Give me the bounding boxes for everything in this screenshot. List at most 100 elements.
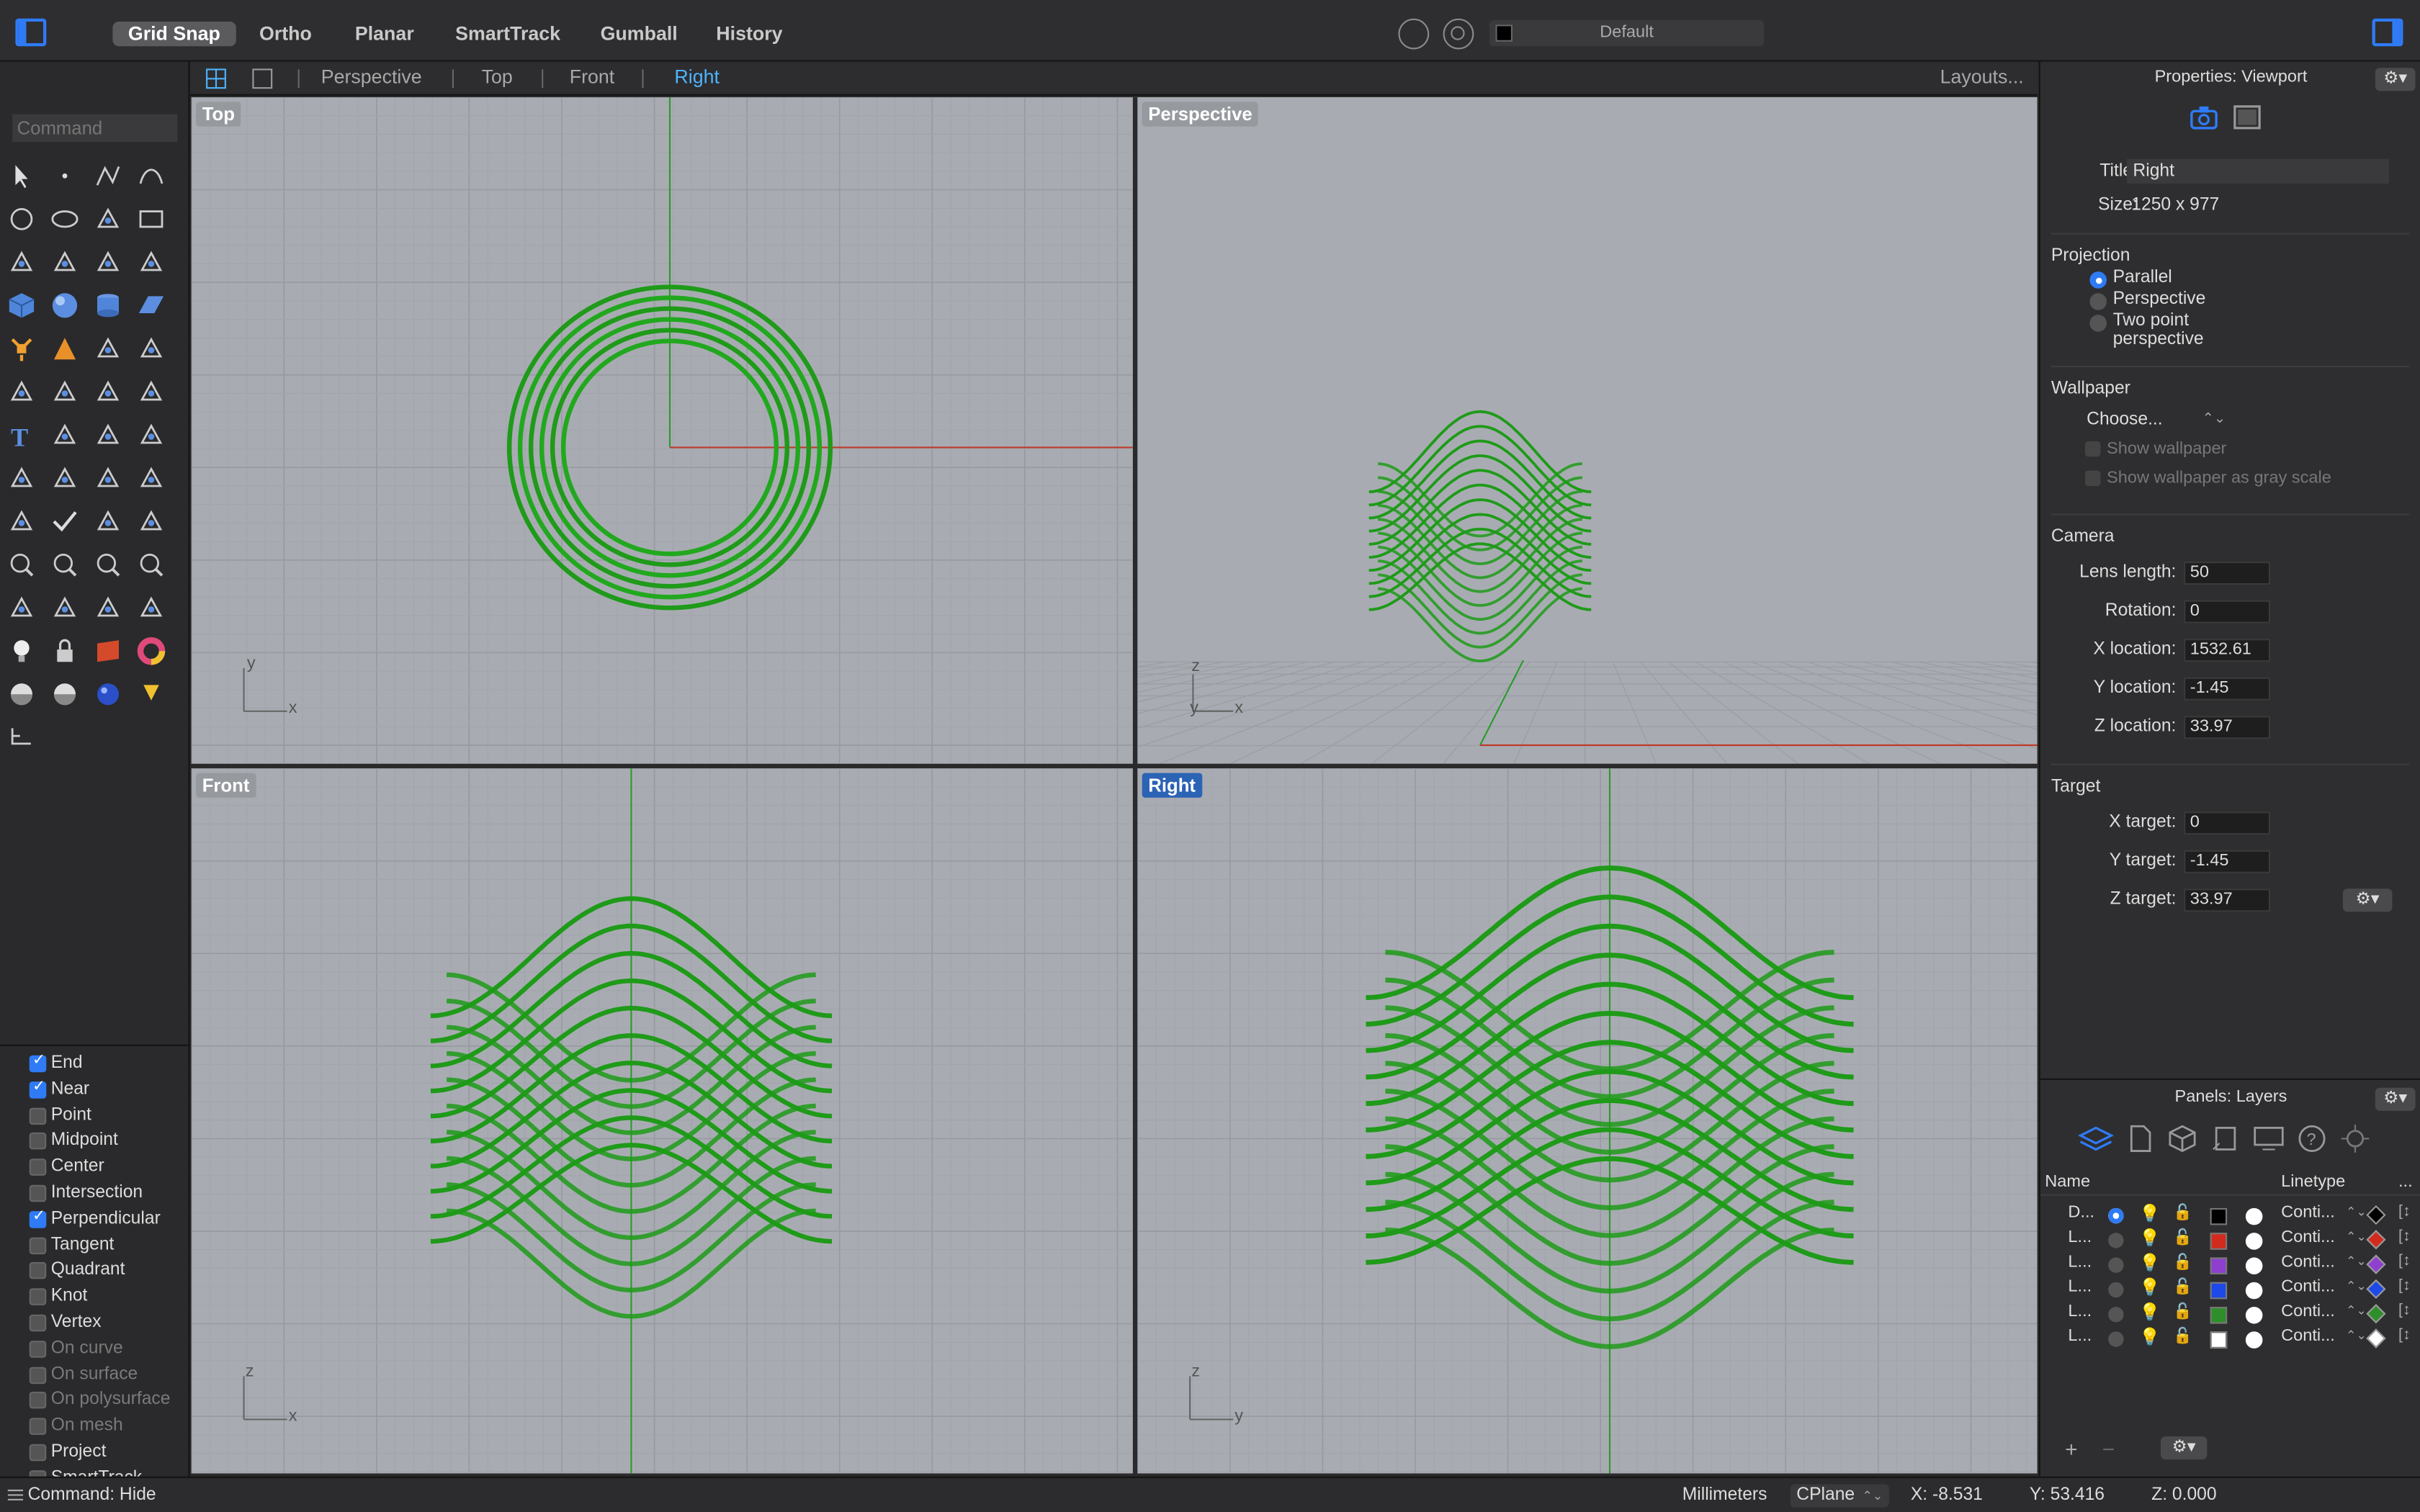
viewport-right[interactable]: z y Right xyxy=(1137,768,2038,1474)
layer-name[interactable]: D... xyxy=(2068,1203,2094,1222)
edit-tool-icon[interactable] xyxy=(6,506,37,537)
help-tab-icon[interactable]: ? xyxy=(2297,1123,2328,1154)
command-input[interactable] xyxy=(12,114,178,143)
left-sidebar-toggle-icon[interactable] xyxy=(15,18,47,47)
layer-visible-bulb-icon[interactable]: 💡 xyxy=(2139,1302,2160,1323)
properties-gear-menu-icon[interactable]: ⚙▾ xyxy=(2375,68,2416,91)
viewport-camera-icon[interactable] xyxy=(2189,104,2220,132)
gumball-toggle[interactable]: Gumball xyxy=(585,22,693,46)
point-tool-icon[interactable] xyxy=(50,161,81,192)
tab-perspective[interactable]: Perspective xyxy=(321,66,422,88)
x-target-field[interactable]: 0 xyxy=(2184,811,2271,835)
print-color-swatch[interactable] xyxy=(2366,1254,2386,1274)
tab-front[interactable]: Front xyxy=(570,66,615,88)
pin-tool-icon[interactable] xyxy=(136,593,167,624)
array-tool-icon[interactable] xyxy=(50,377,81,408)
check-tool-icon[interactable] xyxy=(50,506,81,537)
print-color-swatch[interactable] xyxy=(2366,1205,2386,1225)
layouts-tab-icon[interactable] xyxy=(2210,1123,2241,1154)
layer-color-swatch[interactable] xyxy=(2210,1233,2228,1250)
current-layer-radio[interactable] xyxy=(2108,1207,2124,1224)
z-target-field[interactable]: 33.97 xyxy=(2184,888,2271,912)
zoom-tool-icon[interactable] xyxy=(6,549,37,580)
viewport-title-front[interactable]: Front xyxy=(196,773,256,798)
layer-name[interactable]: L... xyxy=(2068,1228,2092,1247)
osnap-target-icon[interactable] xyxy=(1443,18,1474,50)
linetype-stepper-icon[interactable]: ⌃⌄ xyxy=(2346,1328,2367,1342)
layer-material-icon[interactable] xyxy=(2245,1233,2263,1250)
zoom-extents-tool-icon[interactable] xyxy=(93,549,124,580)
cplane-dropdown[interactable]: CPlane ⌃⌄ xyxy=(1790,1484,1889,1508)
viewport-front[interactable]: z x Front xyxy=(191,768,1133,1474)
shade-sphere-2-tool-icon[interactable] xyxy=(50,679,81,710)
layer-material-icon[interactable] xyxy=(2245,1282,2263,1300)
layer-color-swatch[interactable] xyxy=(2210,1257,2228,1274)
plane-tool-icon[interactable] xyxy=(136,290,167,321)
layer-lock-icon[interactable]: 🔓 xyxy=(2173,1230,2192,1247)
join-tool-icon[interactable] xyxy=(50,333,81,364)
current-layer-radio[interactable] xyxy=(2108,1257,2124,1273)
analyze-tool-icon[interactable] xyxy=(93,506,124,537)
layer-lock-icon[interactable]: 🔓 xyxy=(2173,1304,2192,1321)
rectangle-tool-icon[interactable] xyxy=(136,204,167,235)
current-layer-radio[interactable] xyxy=(2108,1307,2124,1323)
filter-icon[interactable] xyxy=(1398,18,1430,50)
current-layer-radio[interactable] xyxy=(2108,1282,2124,1298)
target-gear-menu-icon[interactable]: ⚙▾ xyxy=(2342,888,2393,912)
layer-name[interactable]: L... xyxy=(2068,1253,2092,1272)
display-mode-icon[interactable] xyxy=(2232,104,2263,132)
layer-linetype[interactable]: Conti... xyxy=(2281,1253,2335,1272)
print-width-stepper-icon[interactable]: [↕ xyxy=(2398,1228,2411,1246)
layer-row[interactable]: L... 💡 🔓 Conti... ⌃⌄ [↕ xyxy=(2040,1253,2420,1277)
layer-visible-bulb-icon[interactable]: 💡 xyxy=(2139,1253,2160,1273)
mirror-tool-icon[interactable] xyxy=(136,420,167,451)
tab-right[interactable]: Right xyxy=(674,66,720,88)
print-width-stepper-icon[interactable]: [↕ xyxy=(2398,1203,2411,1220)
polyline-tool-icon[interactable] xyxy=(93,161,124,192)
layer-color-swatch[interactable] xyxy=(2210,1331,2228,1349)
lens-length-field[interactable]: 50 xyxy=(2184,562,2271,585)
layer-name[interactable]: L... xyxy=(2068,1302,2092,1321)
layer-visible-bulb-icon[interactable]: 💡 xyxy=(2139,1327,2160,1347)
layouts-button[interactable]: Layouts... xyxy=(1940,66,2024,88)
object-tab-icon[interactable] xyxy=(2167,1123,2198,1154)
print-width-stepper-icon[interactable]: [↕ xyxy=(2398,1277,2411,1295)
print-width-stepper-icon[interactable]: [↕ xyxy=(2398,1327,2411,1344)
trim-tool-icon[interactable] xyxy=(93,247,124,278)
zoom-selected-tool-icon[interactable] xyxy=(136,549,167,580)
layer-material-icon[interactable] xyxy=(2245,1307,2263,1324)
print-color-swatch[interactable] xyxy=(2366,1279,2386,1299)
layer-material-icon[interactable] xyxy=(2245,1331,2263,1349)
offset-tool-icon[interactable] xyxy=(136,333,167,364)
layer-visible-bulb-icon[interactable]: 💡 xyxy=(2139,1203,2160,1224)
group-tool-icon[interactable] xyxy=(6,377,37,408)
layer-options-gear-icon[interactable]: ⚙▾ xyxy=(2161,1436,2208,1460)
extrude-tool-icon[interactable] xyxy=(136,247,167,278)
column-linetype[interactable]: Linetype xyxy=(2281,1173,2345,1192)
layer-row[interactable]: L... 💡 🔓 Conti... ⌃⌄ [↕ xyxy=(2040,1228,2420,1253)
layer-lock-icon[interactable]: 🔓 xyxy=(2173,1328,2192,1346)
single-view-layout-icon[interactable] xyxy=(251,68,273,89)
linetype-stepper-icon[interactable]: ⌃⌄ xyxy=(2346,1230,2367,1243)
shade-sphere-tool-icon[interactable] xyxy=(6,679,37,710)
circle-tool-icon[interactable] xyxy=(6,204,37,235)
polygon-tool-icon[interactable] xyxy=(6,247,37,278)
tab-top[interactable]: Top xyxy=(482,66,513,88)
layer-linetype[interactable]: Conti... xyxy=(2281,1327,2335,1346)
layer-color-swatch[interactable] xyxy=(2210,1282,2228,1300)
current-layer-radio[interactable] xyxy=(2108,1233,2124,1248)
document-tab-icon[interactable] xyxy=(2125,1123,2156,1154)
boolean-tool-icon[interactable] xyxy=(50,463,81,494)
layer-linetype[interactable]: Conti... xyxy=(2281,1277,2335,1296)
layer-lock-icon[interactable]: 🔓 xyxy=(2173,1279,2192,1296)
lamp-tool-icon[interactable] xyxy=(136,679,167,710)
select-arrow-tool-icon[interactable] xyxy=(6,161,37,192)
viewport-perspective[interactable]: z y x Perspective xyxy=(1137,97,2038,764)
zoom-window-tool-icon[interactable] xyxy=(50,549,81,580)
fillet-tool-icon[interactable] xyxy=(50,247,81,278)
layer-row[interactable]: L... 💡 🔓 Conti... ⌃⌄ [↕ xyxy=(2040,1327,2420,1351)
linetype-stepper-icon[interactable]: ⌃⌄ xyxy=(2346,1279,2367,1292)
rotate-view-tool-icon[interactable] xyxy=(6,593,37,624)
layer-name[interactable]: L... xyxy=(2068,1327,2092,1346)
print-width-stepper-icon[interactable]: [↕ xyxy=(2398,1253,2411,1270)
